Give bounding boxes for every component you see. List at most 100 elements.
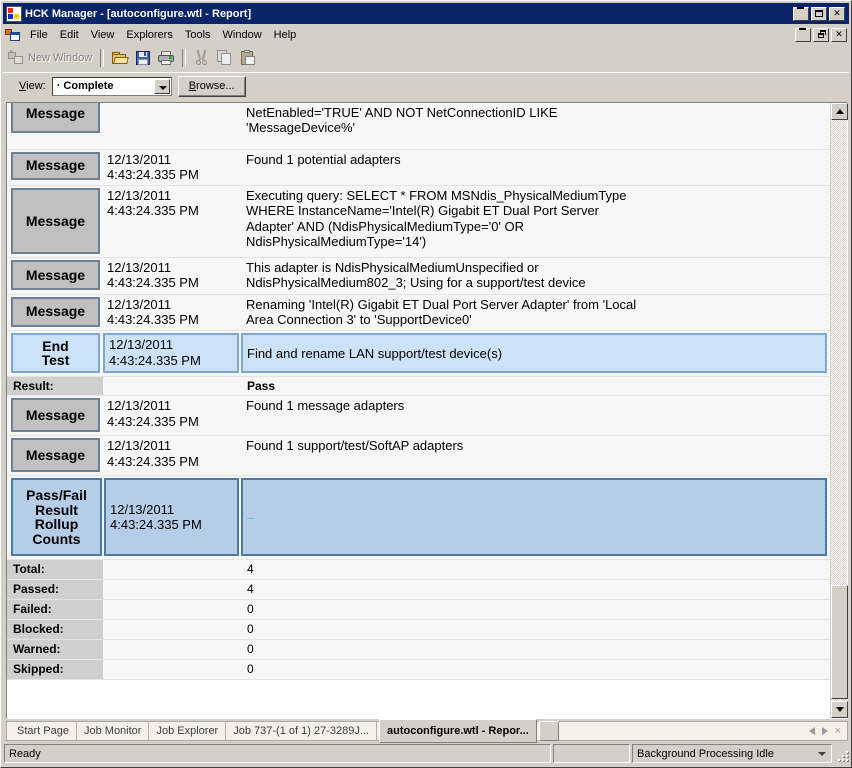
table-row[interactable]: Message NetEnabled='TRUE' AND NOT NetCon… — [7, 103, 830, 150]
summary-label-failed: Failed: — [7, 599, 103, 621]
row-message-cell: Found 1 message adapters — [241, 395, 830, 437]
resize-grip[interactable] — [834, 744, 850, 763]
table-row[interactable]: Total: 4 — [7, 559, 830, 581]
summary-blank — [103, 639, 241, 661]
close-button[interactable]: ✕ — [829, 6, 845, 21]
menu-item-explorers[interactable]: Explorers — [120, 27, 178, 43]
summary-blank — [103, 579, 241, 601]
cut-button[interactable] — [191, 47, 213, 69]
browse-button[interactable]: Browse... — [177, 75, 246, 97]
toolbar: New Window — [3, 45, 849, 71]
table-row[interactable]: Message 12/13/2011 4:43:24.335 PM Execut… — [7, 185, 830, 259]
tab-prev-icon[interactable] — [809, 727, 815, 735]
kind-badge: End Test — [11, 333, 100, 374]
tab-next-icon[interactable] — [822, 727, 828, 735]
open-button[interactable] — [109, 47, 131, 69]
row-time-cell: 12/13/2011 4:43:24.335 PM — [103, 294, 241, 332]
row-message-cell: Renaming 'Intel(R) Gigabit ET Dual Port … — [241, 294, 830, 332]
summary-blank — [103, 599, 241, 621]
paste-icon — [240, 50, 256, 66]
tab-autoconfigure-report[interactable]: autoconfigure.wtl - Repor... — [378, 719, 537, 743]
table-row[interactable]: Pass/Fail Result Rollup Counts 12/13/201… — [7, 475, 830, 561]
table-row[interactable]: Message 12/13/2011 4:43:24.335 PM This a… — [7, 257, 830, 295]
summary-value-failed: 0 — [241, 599, 830, 621]
mdi-minimize-button[interactable] — [795, 27, 811, 42]
application-window: HCK Manager - [autoconfigure.wtl - Repor… — [0, 0, 852, 768]
paste-button[interactable] — [237, 47, 259, 69]
mdi-document-icon[interactable] — [5, 27, 21, 42]
scrollbar-thumb[interactable] — [831, 585, 848, 699]
row-time-cell: 12/13/2011 4:43:24.335 PM — [103, 475, 241, 561]
table-row[interactable]: Message 12/13/2011 4:43:24.335 PM Renami… — [7, 294, 830, 332]
rollup-dash: – — [247, 509, 255, 525]
copy-icon — [217, 50, 233, 66]
save-button[interactable] — [132, 47, 154, 69]
table-row[interactable]: Result: Pass — [7, 376, 830, 397]
tab-job-explorer[interactable]: Job Explorer — [149, 721, 227, 741]
table-row[interactable]: Message 12/13/2011 4:43:24.335 PM Found … — [7, 149, 830, 187]
kind-badge: Message — [11, 151, 100, 180]
kind-badge: Message — [11, 398, 100, 433]
menu-item-tools[interactable]: Tools — [179, 27, 217, 43]
menu-item-view[interactable]: View — [85, 27, 121, 43]
table-row[interactable]: Blocked: 0 — [7, 619, 830, 641]
tab-start-page[interactable]: Start Page — [10, 721, 77, 741]
mdi-close-button[interactable]: ✕ — [831, 27, 847, 42]
hck-app-icon — [6, 5, 22, 22]
mdi-restore-button[interactable] — [813, 27, 829, 42]
scroll-down-arrow[interactable] — [831, 701, 848, 718]
row-message-cell: Found 1 potential adapters — [241, 149, 830, 187]
window-title: HCK Manager - [autoconfigure.wtl - Repor… — [25, 7, 252, 20]
window-buttons: ✕ — [793, 6, 847, 21]
menu-item-file[interactable]: File — [24, 27, 54, 43]
table-row[interactable]: Passed: 4 — [7, 579, 830, 601]
summary-value-warned: 0 — [241, 639, 830, 661]
tab-close-icon[interactable]: × — [835, 725, 841, 737]
new-window-button[interactable]: New Window — [5, 47, 95, 69]
toolbar-separator-2 — [182, 49, 187, 67]
minimize-button[interactable] — [793, 6, 809, 21]
scroll-up-arrow[interactable] — [831, 103, 848, 120]
table-row[interactable]: Failed: 0 — [7, 599, 830, 621]
view-bar: VView:iew: · Complete Browse... — [3, 72, 849, 99]
copy-button[interactable] — [214, 47, 236, 69]
row-message-cell: Executing query: SELECT * FROM MSNdis_Ph… — [241, 185, 830, 259]
table-row[interactable]: Skipped: 0 — [7, 659, 830, 681]
chevron-down-icon[interactable] — [153, 78, 170, 94]
table-row[interactable]: End Test 12/13/2011 4:43:24.335 PM Find … — [7, 330, 830, 378]
background-processing-text: Background Processing Idle — [637, 747, 774, 760]
tab-job-737[interactable]: Job 737-(1 of 1) 27-3289J... — [226, 721, 377, 741]
table-row[interactable]: Warned: 0 — [7, 639, 830, 661]
view-select[interactable]: · Complete — [51, 76, 172, 96]
background-processing-select[interactable]: Background Processing Idle — [632, 744, 832, 763]
maximize-button[interactable] — [811, 6, 827, 21]
table-row[interactable]: Message 12/13/2011 4:43:24.335 PM Found … — [7, 435, 830, 477]
row-message-cell: Found 1 support/test/SoftAP adapters — [241, 435, 830, 477]
table-row[interactable]: Message 12/13/2011 4:43:24.335 PM Found … — [7, 395, 830, 437]
document-tab-strip: Start Page Job Monitor Job Explorer Job … — [6, 719, 848, 743]
summary-blank — [103, 619, 241, 641]
result-blank-cell — [103, 376, 241, 397]
report-table: Message NetEnabled='TRUE' AND NOT NetCon… — [7, 103, 830, 681]
row-kind-cell: Message — [7, 395, 103, 437]
row-kind-cell: Message — [7, 185, 103, 259]
kind-badge: Message — [11, 296, 100, 327]
toolbar-separator-1 — [100, 49, 105, 67]
menu-item-help[interactable]: Help — [268, 27, 303, 43]
view-select-value: · Complete — [56, 80, 114, 92]
kind-badge: Message — [11, 438, 100, 473]
result-label: Result: — [7, 376, 103, 397]
chevron-down-icon[interactable] — [815, 747, 829, 760]
menu-item-edit[interactable]: Edit — [54, 27, 85, 43]
print-icon — [158, 50, 175, 66]
status-bar: Ready Background Processing Idle — [4, 744, 850, 763]
title-bar: HCK Manager - [autoconfigure.wtl - Repor… — [3, 3, 849, 24]
row-message-cell: Find and rename LAN support/test device(… — [241, 330, 830, 378]
report-scroll-area: Message NetEnabled='TRUE' AND NOT NetCon… — [7, 103, 830, 718]
tab-job-monitor[interactable]: Job Monitor — [77, 721, 150, 741]
tab-overflow-slot[interactable] — [538, 721, 559, 741]
print-button[interactable] — [155, 47, 177, 69]
report-vertical-scrollbar[interactable] — [830, 103, 848, 718]
row-time-cell: 12/13/2011 4:43:24.335 PM — [103, 330, 241, 378]
menu-item-window[interactable]: Window — [217, 27, 268, 43]
